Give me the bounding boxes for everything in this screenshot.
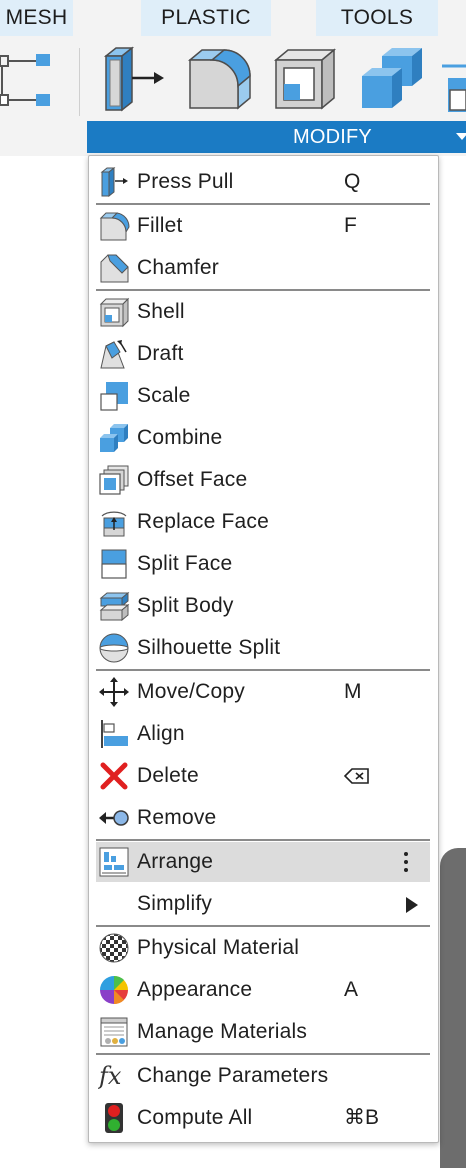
menu-item-label: Change Parameters: [137, 1064, 329, 1087]
traffic-light-icon: [105, 1103, 123, 1133]
menu-item-label: Chamfer: [137, 256, 219, 279]
offset-face-icon: [99, 465, 129, 495]
menu-divider: [96, 925, 430, 927]
menu-item-press-pull[interactable]: Press Pull Q: [96, 162, 430, 202]
silhouette-split-icon: [99, 633, 129, 663]
toolbar: MESH PLASTIC TOOLS MODIFY: [0, 0, 466, 156]
shortcut-label: ⌘B: [344, 1106, 380, 1129]
shortcut-label: Q: [344, 170, 361, 193]
menu-item-label: Delete: [137, 764, 199, 787]
menu-item-offset-face[interactable]: Offset Face: [96, 460, 430, 500]
fillet-tool-icon[interactable]: [186, 46, 254, 112]
menu-item-compute-all[interactable]: Compute All ⌘B: [96, 1098, 430, 1138]
menu-item-arrange[interactable]: Arrange: [96, 842, 430, 882]
menu-item-label: Appearance: [137, 978, 253, 1001]
align-icon: [101, 720, 128, 748]
shortcut-label: M: [344, 680, 362, 703]
menu-divider: [96, 1053, 430, 1055]
fillet-icon: [99, 212, 130, 241]
menu-item-label: Simplify: [137, 892, 213, 915]
menu-item-delete[interactable]: Delete: [96, 756, 430, 796]
menu-item-physical-material[interactable]: Physical Material: [96, 928, 430, 968]
menu-item-label: Replace Face: [137, 510, 269, 533]
menu-item-label: Align: [137, 722, 185, 745]
menu-item-split-face[interactable]: Split Face: [96, 544, 430, 584]
appearance-icon: [100, 975, 128, 1005]
tab-mesh[interactable]: MESH: [0, 0, 73, 36]
submenu-arrow-icon: [406, 897, 418, 913]
menu-item-label: Fillet: [137, 214, 183, 237]
menu-item-appearance[interactable]: Appearance A: [96, 970, 430, 1010]
arrange-icon: [99, 847, 129, 877]
combine-tool-icon[interactable]: [358, 46, 424, 112]
menu-item-label: Arrange: [137, 850, 214, 873]
svg-text:fx: fx: [98, 1062, 122, 1090]
draft-icon: [100, 340, 127, 369]
scale-icon: [100, 382, 128, 411]
shell-icon: [99, 297, 130, 328]
menu-item-label: Manage Materials: [137, 1020, 308, 1043]
menu-item-label: Draft: [137, 342, 184, 365]
menu-item-label: Physical Material: [137, 936, 300, 959]
menu-item-combine[interactable]: Combine: [96, 418, 430, 458]
canvas-object: [440, 848, 466, 1168]
menu-item-move-copy[interactable]: Move/Copy M: [96, 672, 430, 712]
replace-face-icon: [101, 511, 127, 537]
menu-item-replace-face[interactable]: Replace Face: [96, 502, 430, 542]
menu-item-split-body[interactable]: Split Body: [96, 586, 430, 626]
menu-divider: [96, 203, 430, 205]
modify-dropdown-button[interactable]: MODIFY: [87, 121, 466, 153]
menu-item-label: Scale: [137, 384, 191, 407]
menu-item-label: Compute All: [137, 1106, 253, 1129]
physical-material-icon: [99, 933, 129, 963]
menu-item-label: Combine: [137, 426, 223, 449]
menu-item-label: Move/Copy: [137, 680, 246, 703]
menu-divider: [96, 289, 430, 291]
delete-key-icon: [343, 756, 370, 796]
press-pull-icon: [100, 166, 128, 198]
assemble-group-icon[interactable]: [0, 50, 56, 110]
manage-materials-icon: [100, 1017, 128, 1047]
shortcut-label: F: [344, 214, 357, 237]
more-options-icon[interactable]: [402, 850, 410, 874]
menu-item-label: Split Face: [137, 552, 233, 575]
menu-item-remove[interactable]: Remove: [96, 798, 430, 838]
menu-item-label: Remove: [137, 806, 217, 829]
shell-tool-icon[interactable]: [272, 46, 338, 112]
shortcut-label: A: [344, 978, 359, 1001]
caret-down-icon: [456, 121, 466, 163]
toolbar-divider: [79, 48, 80, 116]
menu-item-draft[interactable]: Draft: [96, 334, 430, 374]
split-body-icon: [99, 591, 130, 622]
menu-divider: [96, 669, 430, 671]
menu-item-label: Shell: [137, 300, 185, 323]
modify-menu: Press Pull Q Fillet F Chamfer Shell Draf…: [88, 155, 439, 1143]
tab-plastic[interactable]: PLASTIC: [141, 0, 271, 36]
menu-item-change-parameters[interactable]: fx Change Parameters: [96, 1056, 430, 1096]
menu-item-label: Split Body: [137, 594, 234, 617]
move-copy-icon: [99, 677, 129, 707]
split-face-icon: [101, 549, 127, 579]
menu-item-simplify[interactable]: Simplify: [96, 884, 430, 924]
menu-item-fillet[interactable]: Fillet F: [96, 206, 430, 246]
chamfer-icon: [100, 254, 129, 283]
menu-item-scale[interactable]: Scale: [96, 376, 430, 416]
combine-icon: [100, 424, 128, 452]
menu-item-manage-materials[interactable]: Manage Materials: [96, 1012, 430, 1052]
menu-item-chamfer[interactable]: Chamfer: [96, 248, 430, 288]
menu-item-silhouette-split[interactable]: Silhouette Split: [96, 628, 430, 668]
delete-icon: [100, 762, 128, 790]
modify-label: MODIFY: [293, 126, 372, 148]
fx-icon: fx: [98, 1062, 122, 1090]
menu-item-label: Offset Face: [137, 468, 248, 491]
menu-item-shell[interactable]: Shell: [96, 292, 430, 332]
menu-item-label: Press Pull: [137, 170, 234, 193]
menu-item-label: Silhouette Split: [137, 636, 281, 659]
menu-divider: [96, 839, 430, 841]
tab-tools[interactable]: TOOLS: [316, 0, 438, 36]
menu-item-align[interactable]: Align: [96, 714, 430, 754]
scale-tool-icon[interactable]: [442, 52, 466, 112]
remove-icon: [99, 810, 129, 826]
press-pull-tool-icon[interactable]: [102, 46, 166, 112]
